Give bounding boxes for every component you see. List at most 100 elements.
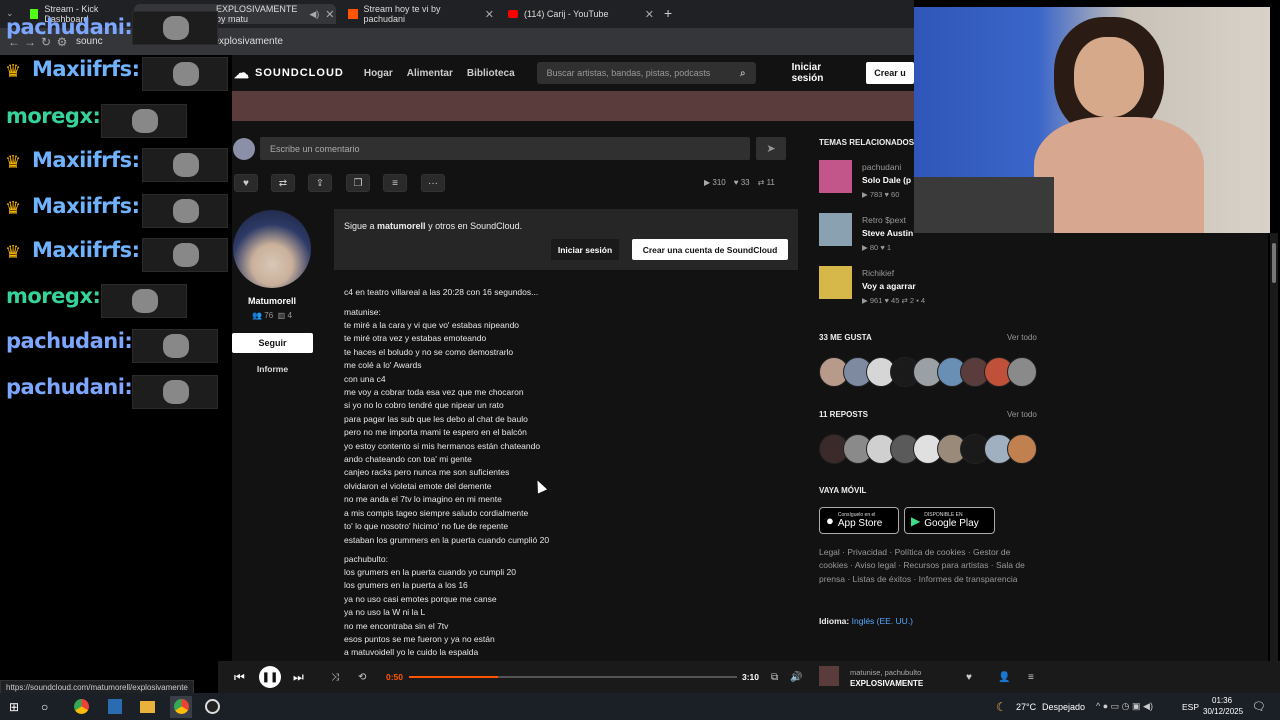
chat-username: moregx: xyxy=(6,104,101,128)
related-user[interactable]: pachudani xyxy=(862,162,901,172)
volume-icon[interactable]: 🔊 xyxy=(790,672,802,683)
repost-icon: ⇄ xyxy=(278,177,288,189)
related-title[interactable]: Voy a agarrar xyxy=(862,281,916,291)
followers-count: 76 xyxy=(264,311,274,320)
send-icon[interactable]: ➤ xyxy=(756,137,786,160)
lyric-line: canjeo racks pero nunca me son suficient… xyxy=(344,467,510,478)
chat-emote xyxy=(142,57,228,91)
now-playing-art[interactable] xyxy=(819,666,839,686)
related-title[interactable]: Steve Austin xyxy=(862,228,913,238)
obs-icon[interactable] xyxy=(205,699,220,714)
weather-desc[interactable]: Despejado xyxy=(1042,702,1085,712)
previous-icon[interactable]: ⏮ xyxy=(234,670,245,685)
artist-name[interactable]: Matumorell xyxy=(233,296,311,306)
pause-button[interactable]: ❚❚ xyxy=(259,666,281,688)
artist-avatar[interactable] xyxy=(233,210,311,288)
follow-login-button[interactable]: Iniciar sesión xyxy=(551,239,619,260)
pause-icon: ❚❚ xyxy=(261,671,279,683)
close-icon[interactable]: ✕ xyxy=(645,8,654,21)
copy-link-button[interactable]: ❐ xyxy=(346,174,370,192)
app-icon[interactable] xyxy=(108,699,122,714)
close-icon[interactable]: ✕ xyxy=(485,8,494,21)
mute-icon[interactable]: ◀) xyxy=(309,9,319,20)
related-track[interactable]: pachudani Solo Dale (p ▶ 783 ♥ 60 xyxy=(819,158,914,211)
more-button[interactable]: ··· xyxy=(421,174,445,192)
follow-create-button[interactable]: Crear una cuenta de SoundCloud xyxy=(632,239,788,260)
app-store-badge[interactable]: ● Consíguelo en el App Store xyxy=(819,507,899,534)
login-link[interactable]: Iniciar sesión xyxy=(792,62,853,84)
queue-icon[interactable]: ≡ xyxy=(1028,672,1034,683)
footer-links[interactable]: Legal · Privacidad · Política de cookies… xyxy=(819,546,1034,586)
now-playing-title[interactable]: EXPLOSIVAMENTE xyxy=(850,679,923,688)
track-stats: ▶ 310 ♥ 33 ⇄ 11 xyxy=(704,178,775,187)
related-artwork[interactable] xyxy=(819,213,852,246)
chat-username: Maxiifrfs: xyxy=(32,57,140,81)
language-link[interactable]: Inglés (EE. UU.) xyxy=(852,616,913,626)
weather-temp[interactable]: 27°C xyxy=(1016,702,1036,712)
follow-text: Sigue a matumorell y otros en SoundCloud… xyxy=(344,221,523,231)
add-to-playlist-button[interactable]: ≡ xyxy=(383,174,407,192)
related-user[interactable]: Richikief xyxy=(862,268,894,278)
likes-view-all[interactable]: Ver todo xyxy=(1007,333,1037,342)
follow-button[interactable]: Seguir xyxy=(232,333,313,353)
queue-toggle-icon[interactable]: ⧉ xyxy=(771,672,778,683)
repost-icon: ⇄ xyxy=(757,178,765,187)
chrome-icon[interactable] xyxy=(74,699,89,714)
notifications-icon[interactable]: 🗨 xyxy=(1252,700,1266,713)
clock-date[interactable]: 30/12/2025 xyxy=(1203,707,1243,716)
heart-icon: ♥ xyxy=(243,177,249,189)
soundcloud-logo[interactable]: SOUNDCLOUD xyxy=(255,67,344,79)
repost-button[interactable]: ⇄ xyxy=(271,174,295,192)
tab-youtube[interactable]: (114) Carij - YouTube ✕ xyxy=(502,4,660,24)
clock-time[interactable]: 01:36 xyxy=(1212,696,1232,705)
windows-taskbar: ⊞ ○ ☾ 27°C Despejado ^ ● ▭ ◷ ▣ ◀) ESP 01… xyxy=(0,693,1280,720)
input-language[interactable]: ESP xyxy=(1182,702,1199,712)
chrome-icon[interactable] xyxy=(174,699,189,714)
reposts-view-all[interactable]: Ver todo xyxy=(1007,410,1037,419)
page-scrollbar[interactable] xyxy=(1270,233,1278,661)
crown-badge-icon: ♛ xyxy=(5,242,22,262)
progress-track[interactable] xyxy=(409,676,737,678)
related-artwork[interactable] xyxy=(819,160,852,193)
new-tab-button[interactable]: + xyxy=(664,5,672,21)
tray-icons[interactable]: ^ ● ▭ ◷ ▣ ◀) xyxy=(1096,701,1153,712)
windows-start-icon[interactable]: ⊞ xyxy=(9,700,19,714)
shuffle-icon[interactable]: ⤨ xyxy=(331,672,339,683)
close-icon[interactable]: ✕ xyxy=(325,8,334,21)
user-avatar xyxy=(233,138,255,160)
heart-icon[interactable]: ♥ xyxy=(966,672,972,683)
repeat-icon[interactable]: ⟲ xyxy=(358,672,366,683)
scrollbar-thumb[interactable] xyxy=(1272,243,1276,283)
google-play-badge[interactable]: ▶ DISPONIBLE EN Google Play xyxy=(904,507,995,534)
comment-input[interactable]: Escribe un comentario xyxy=(260,137,750,160)
user-avatar[interactable] xyxy=(1007,434,1037,464)
share-button[interactable]: ⇪ xyxy=(308,174,332,192)
screen: ⌄ Stream - Kick Dashboard EXPLOSIVAMENTE… xyxy=(0,0,1280,720)
lyric-line: olvidaron el violetai emote del demente xyxy=(344,480,492,491)
related-user[interactable]: Retro $pext xyxy=(862,215,906,225)
nav-biblioteca[interactable]: Biblioteca xyxy=(467,68,515,79)
file-explorer-icon[interactable] xyxy=(140,700,155,713)
related-artwork[interactable] xyxy=(819,266,852,299)
search-icon[interactable]: ⌕ xyxy=(740,68,746,79)
create-account-button[interactable]: Crear u xyxy=(866,62,914,84)
like-button[interactable]: ♥ xyxy=(234,174,258,192)
tab-soundcloud-2[interactable]: Stream hoy te vi by pachudani ✕ xyxy=(342,4,500,24)
soundcloud-logo-icon[interactable]: ☁ xyxy=(234,64,249,82)
nav-hogar[interactable]: Hogar xyxy=(364,68,393,79)
now-playing-artist[interactable]: matunise, pachubulto xyxy=(850,668,921,677)
user-avatar[interactable] xyxy=(1007,357,1037,387)
search-input[interactable]: Buscar artistas, bandas, pistas, podcast… xyxy=(536,62,756,84)
webcam-desk xyxy=(914,177,1054,233)
next-icon[interactable]: ⏭ xyxy=(293,670,304,685)
related-track[interactable]: Richikief Voy a agarrar ▶ 961 ♥ 45 ⇄ 2 ▪ 4 xyxy=(819,264,925,317)
follow-user-icon[interactable]: 👤 xyxy=(998,672,1010,683)
related-title[interactable]: Solo Dale (p xyxy=(862,175,911,185)
lyric-line: no me anda el 7tv lo imagino en mi mente xyxy=(344,494,502,505)
google-play-icon: ▶ xyxy=(911,513,921,528)
related-track[interactable]: Retro $pext Steve Austin ▶ 80 ♥ 1 xyxy=(819,211,914,264)
search-icon[interactable]: ○ xyxy=(41,700,48,714)
nav-alimentar[interactable]: Alimentar xyxy=(407,68,453,79)
total-time: 3:10 xyxy=(742,672,760,682)
report-link[interactable]: Informe xyxy=(232,364,313,374)
